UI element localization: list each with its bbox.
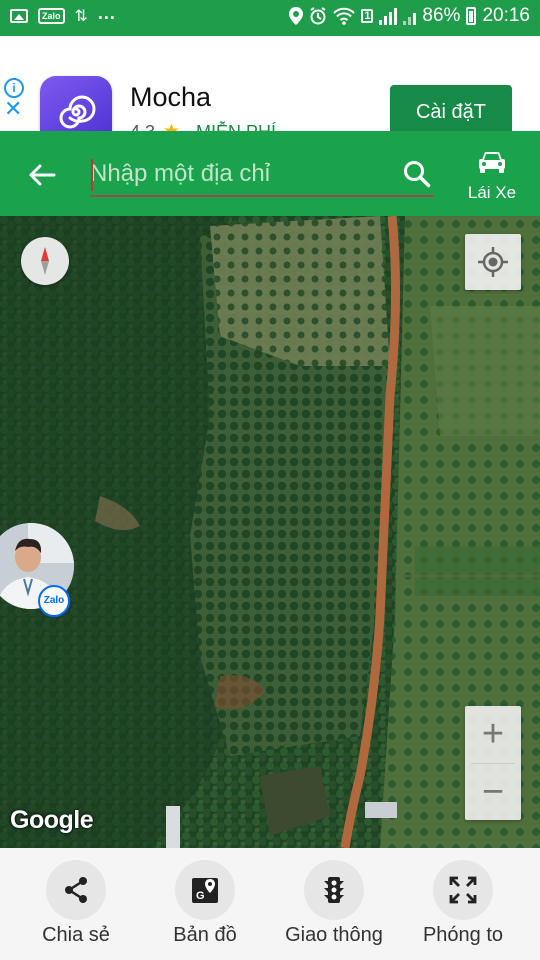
traffic-button[interactable]: Giao thông [274,860,394,956]
search-icon[interactable] [402,159,432,189]
share-button-bg [46,860,106,920]
sim-slot-icon: 1 [361,9,374,23]
car-icon [479,152,505,173]
more-notifications-icon: ... [97,2,116,23]
signal-strength-2-icon [403,7,417,25]
map-type-button[interactable]: G Bản đồ [145,860,265,956]
traffic-label: Giao thông [285,924,383,946]
spiral-logo-icon [59,95,96,129]
ad-banner[interactable]: i ✕ Mocha 4.3 ★ MIỄN PHÍ Cài đặT [0,36,540,148]
zoom-controls: + − [465,706,521,820]
zalo-badge-icon: Zalo [38,585,70,617]
back-arrow-icon[interactable] [26,159,58,191]
ad-app-name[interactable]: Mocha [130,82,211,113]
map-type-label: Bản đồ [173,924,237,946]
share-icon [65,877,87,903]
location-icon [289,7,304,25]
fullscreen-icon [449,876,477,904]
signal-strength-icon [379,7,398,25]
clock: 20:16 [482,5,530,26]
battery-percent: 86% [422,5,461,26]
address-search-input[interactable] [90,153,434,197]
share-button[interactable]: Chia sẻ [16,860,136,956]
gallery-icon [10,9,28,23]
compass-button[interactable] [21,237,69,285]
fullscreen-button-bg [433,860,493,920]
drive-button[interactable]: Lái Xe [462,149,522,209]
wifi-icon [333,7,356,25]
ad-close-icon[interactable]: ✕ [4,96,22,122]
share-label: Chia sẻ [42,924,110,946]
zalo-notification-icon: Zalo [38,8,65,24]
ad-info-icon[interactable]: i [4,78,24,98]
data-transfer-icon: ⇅ [74,8,88,25]
traffic-button-bg [304,860,364,920]
fullscreen-button[interactable]: Phóng to [403,860,523,956]
map-type-button-bg: G [175,860,235,920]
app-bar: Lái Xe [0,131,540,216]
zalo-chat-head[interactable]: Zalo [0,523,82,617]
drive-label: Lái Xe [467,183,517,202]
my-location-button[interactable] [465,234,521,290]
bottom-action-bar: Chia sẻ G Bản đồ Giao thông Phóng to [0,848,540,960]
google-attribution: Google [10,806,94,834]
traffic-light-icon [324,877,344,903]
fullscreen-label: Phóng to [422,924,504,946]
text-cursor [91,159,93,191]
compass-needle-icon [41,247,49,275]
alarm-icon [310,7,326,25]
status-bar: Zalo ⇅ ... 1 86% 20:16 [0,0,540,36]
zoom-in-button[interactable]: + [465,706,521,762]
map-icon: G [192,878,218,903]
svg-text:G: G [196,890,205,902]
crosshair-icon [478,247,508,277]
battery-icon [466,7,477,25]
zoom-out-button[interactable]: − [465,764,521,820]
